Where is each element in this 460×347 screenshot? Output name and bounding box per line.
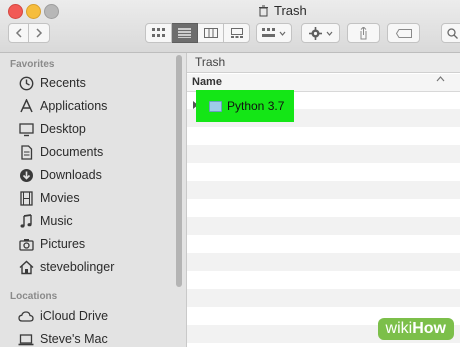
icon-view-button[interactable] (145, 23, 172, 43)
home-icon (18, 259, 34, 275)
chevron-down-icon (326, 31, 332, 36)
sidebar-item-label: Recents (40, 76, 86, 90)
file-name: Python 3.7 (227, 99, 285, 113)
sidebar-item-label: Steve's Mac (40, 332, 108, 346)
tag-button[interactable] (387, 23, 420, 43)
applications-icon (18, 98, 34, 114)
sidebar-item-pictures[interactable]: Pictures (0, 233, 176, 255)
watermark-wiki: wiki (385, 320, 413, 337)
sidebar-item-label: Music (40, 214, 73, 228)
download-icon (18, 167, 34, 183)
chevron-left-icon (15, 28, 22, 38)
camera-icon (18, 236, 34, 252)
minimize-window-button[interactable] (26, 4, 41, 19)
icon-view-icon (152, 28, 165, 37)
gallery-view-button[interactable] (224, 23, 250, 43)
action-menu-button[interactable] (301, 23, 340, 43)
chevron-right-icon (36, 28, 43, 38)
sidebar-item-applications[interactable]: Applications (0, 95, 176, 117)
wikihow-watermark: wikiHow (377, 318, 454, 340)
column-view-icon (203, 28, 218, 38)
forward-button[interactable] (29, 23, 50, 43)
list-view-icon (178, 28, 191, 38)
cloud-icon (18, 308, 34, 324)
window-title: Trash (258, 3, 307, 18)
favorites-header: Favorites (10, 59, 55, 70)
sidebar-scrollbar[interactable] (176, 55, 182, 287)
search-icon (446, 27, 458, 39)
window-title-text: Trash (274, 3, 307, 18)
zoom-window-button[interactable] (44, 4, 59, 19)
file-row-python[interactable]: Python 3.7 (196, 90, 294, 122)
close-window-button[interactable] (8, 4, 23, 19)
group-by-icon (262, 28, 275, 37)
laptop-icon (18, 331, 34, 347)
file-rows (187, 91, 460, 347)
watermark-how: How (412, 320, 446, 337)
list-view-button[interactable] (172, 23, 198, 43)
column-header-label: Name (192, 76, 222, 88)
clock-icon (18, 75, 34, 91)
film-icon (18, 190, 34, 206)
sidebar-item-label: stevebolinger (40, 260, 115, 274)
column-view-button[interactable] (198, 23, 224, 43)
group-by-button[interactable] (256, 23, 292, 43)
back-button[interactable] (8, 23, 29, 43)
sidebar-item-documents[interactable]: Documents (0, 141, 176, 163)
sidebar-item-downloads[interactable]: Downloads (0, 164, 176, 186)
music-note-icon (18, 213, 34, 229)
sidebar-item-label: Pictures (40, 237, 86, 251)
sidebar: Favorites Recents Applications Desktop D… (0, 53, 187, 347)
share-button[interactable] (347, 23, 380, 43)
tag-icon (395, 28, 412, 38)
sidebar-item-label: Applications (40, 99, 108, 113)
sort-ascending-icon (436, 76, 445, 82)
path-title: Trash (187, 53, 460, 73)
sidebar-item-icloud-drive[interactable]: iCloud Drive (0, 305, 176, 327)
file-list-pane: Trash Name Python 3.7 (187, 53, 460, 347)
gear-icon (308, 26, 322, 40)
locations-header: Locations (10, 291, 58, 302)
sidebar-item-label: iCloud Drive (40, 309, 109, 323)
share-icon (360, 26, 367, 39)
finder-window: Trash Favorites Recents Applications Des… (0, 0, 460, 347)
sidebar-item-label: Desktop (40, 122, 86, 136)
sidebar-item-label: Downloads (40, 168, 102, 182)
sidebar-item-home[interactable]: stevebolinger (0, 256, 176, 278)
title-bar: Trash (0, 0, 460, 53)
trash-icon (259, 5, 268, 16)
sidebar-item-mac[interactable]: Steve's Mac (0, 328, 176, 347)
desktop-icon (18, 121, 34, 137)
search-button[interactable] (441, 23, 460, 43)
document-icon (18, 144, 34, 160)
gallery-view-icon (230, 28, 243, 38)
folder-icon (209, 100, 222, 112)
sidebar-item-label: Movies (40, 191, 80, 205)
sidebar-item-label: Documents (40, 145, 104, 159)
sidebar-item-desktop[interactable]: Desktop (0, 118, 176, 140)
sidebar-item-movies[interactable]: Movies (0, 187, 176, 209)
chevron-down-icon (279, 31, 286, 36)
sidebar-item-recents[interactable]: Recents (0, 72, 176, 94)
sidebar-item-music[interactable]: Music (0, 210, 176, 232)
